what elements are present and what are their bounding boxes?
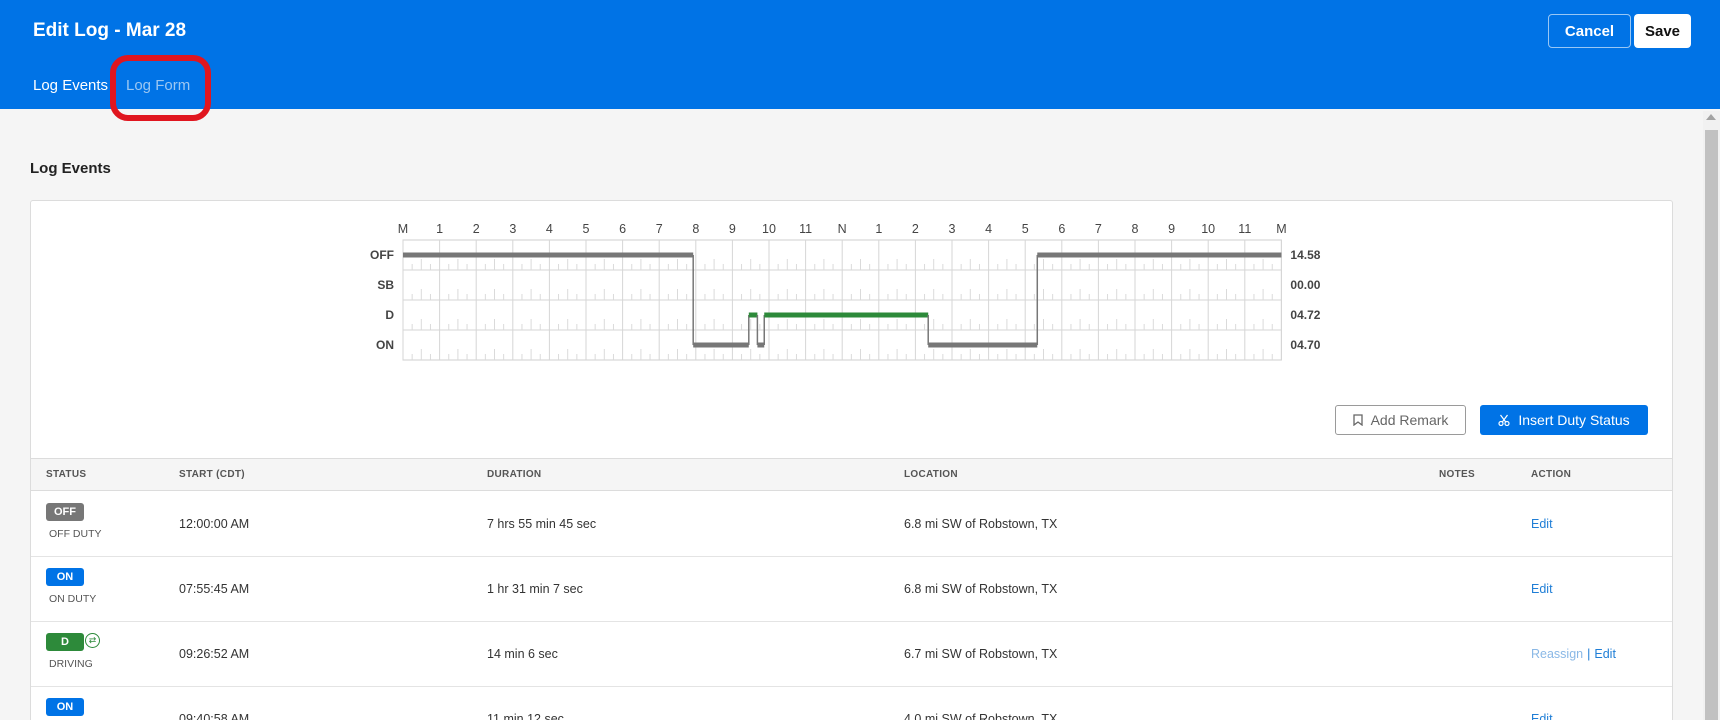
table-row: ON 09:40:58 AM 11 min 12 sec 4.0 mi SW o… xyxy=(31,687,1672,720)
graph-row-label: D xyxy=(385,308,394,322)
section-title: Log Events xyxy=(30,160,111,177)
scroll-up-arrow-icon[interactable] xyxy=(1706,114,1716,120)
location: 4.0 mi SW of Robstown, TX xyxy=(904,712,1058,720)
column-header-start[interactable]: START (CDT) xyxy=(179,469,245,480)
column-header-location[interactable]: LOCATION xyxy=(904,469,958,480)
status-label: DRIVING xyxy=(49,658,93,670)
graph-hour-label: 2 xyxy=(912,222,919,236)
graph-hour-label: 11 xyxy=(1238,222,1251,236)
table-row: ON ON DUTY 07:55:45 AM 1 hr 31 min 7 sec… xyxy=(31,557,1672,622)
status-badge: ON xyxy=(46,568,84,586)
bookmark-icon xyxy=(1352,413,1363,429)
edit-link[interactable]: Edit xyxy=(1594,647,1616,661)
graph-hour-label: M xyxy=(1276,222,1286,236)
add-remark-label: Add Remark xyxy=(1370,411,1449,428)
graph-hour-label: 8 xyxy=(1132,222,1139,236)
graph-row-total: 04.70 xyxy=(1290,338,1320,352)
start-time: 07:55:45 AM xyxy=(179,582,250,596)
graph-hour-label: 5 xyxy=(1022,222,1029,236)
graph-hour-label: 6 xyxy=(1058,222,1065,236)
graph-hour-label: 8 xyxy=(692,222,699,236)
column-header-duration[interactable]: DURATION xyxy=(487,469,541,480)
duration: 11 min 12 sec xyxy=(487,712,564,720)
graph-hour-label: 11 xyxy=(799,222,812,236)
graph-hour-label: 5 xyxy=(583,222,590,236)
graph-row-total: 00.00 xyxy=(1290,278,1320,292)
status-badge: ON xyxy=(46,698,84,716)
save-button[interactable]: Save xyxy=(1634,14,1691,48)
start-time: 09:26:52 AM xyxy=(179,647,250,661)
start-time: 12:00:00 AM xyxy=(179,517,250,531)
graph-hour-label: 4 xyxy=(985,222,992,236)
highlight-annotation xyxy=(110,55,211,121)
graph-row-total: 04.72 xyxy=(1290,308,1320,322)
reassign-swap-icon: ⇄ xyxy=(85,633,100,648)
page-title: Edit Log - Mar 28 xyxy=(33,20,187,41)
graph-row-label: ON xyxy=(376,338,394,352)
scissors-icon xyxy=(1498,413,1510,429)
graph-hour-label: 10 xyxy=(1201,222,1215,236)
table-row: OFF OFF DUTY 12:00:00 AM 7 hrs 55 min 45… xyxy=(31,492,1672,557)
graph-hour-label: 3 xyxy=(949,222,956,236)
graph-row-label: SB xyxy=(377,278,394,292)
column-header-notes: NOTES xyxy=(1439,469,1475,480)
duty-status-graph: M 1 2 3 4 5 6 7 8 9 10 11 N 1 2 3 4 5 6 7 8 9 10 11 M OFF SB D ON 14.… xyxy=(370,222,1321,361)
graph-hour-label: 4 xyxy=(546,222,553,236)
header-bar xyxy=(0,0,1720,109)
graph-hour-label: M xyxy=(398,222,408,236)
add-remark-button[interactable]: Add Remark xyxy=(1335,405,1466,435)
row-actions: Reassign | Edit xyxy=(1531,647,1616,661)
graph-hour-label: 9 xyxy=(1168,222,1175,236)
graph-hour-label: 1 xyxy=(436,222,443,236)
duration: 14 min 6 sec xyxy=(487,647,558,661)
duration: 1 hr 31 min 7 sec xyxy=(487,582,583,596)
reassign-link[interactable]: Reassign xyxy=(1531,647,1583,661)
graph-hour-label: 3 xyxy=(509,222,516,236)
graph-hour-label: 9 xyxy=(729,222,736,236)
status-label: ON DUTY xyxy=(49,593,97,605)
log-events-card: M 1 2 3 4 5 6 7 8 9 10 11 N 1 2 3 4 5 6 7 8 9 10 11 M OFF SB D ON 14.… xyxy=(30,200,1673,720)
location: 6.8 mi SW of Robstown, TX xyxy=(904,517,1058,531)
graph-hour-label: N xyxy=(838,222,847,236)
graph-hour-label: 6 xyxy=(619,222,626,236)
edit-link[interactable]: Edit xyxy=(1531,582,1553,596)
graph-row-label: OFF xyxy=(370,248,394,262)
graph-hour-label: 7 xyxy=(656,222,663,236)
insert-duty-status-label: Insert Duty Status xyxy=(1518,411,1630,428)
graph-hour-label: 10 xyxy=(762,222,776,236)
graph-hour-label: 2 xyxy=(473,222,480,236)
scrollbar-thumb[interactable] xyxy=(1705,130,1718,720)
tab-log-events[interactable]: Log Events xyxy=(33,77,108,94)
graph-hour-label: 1 xyxy=(875,222,882,236)
graph-row-total: 14.58 xyxy=(1290,248,1320,262)
column-header-action: ACTION xyxy=(1531,469,1572,480)
action-separator: | xyxy=(1587,647,1591,661)
duration: 7 hrs 55 min 45 sec xyxy=(487,517,597,531)
status-badge: D xyxy=(46,633,84,651)
location: 6.7 mi SW of Robstown, TX xyxy=(904,647,1058,661)
edit-link[interactable]: Edit xyxy=(1531,712,1553,720)
table-header: STATUS START (CDT) DURATION LOCATION NOT… xyxy=(31,458,1672,491)
location: 6.8 mi SW of Robstown, TX xyxy=(904,582,1058,596)
graph-hour-label: 7 xyxy=(1095,222,1102,236)
insert-duty-status-button[interactable]: Insert Duty Status xyxy=(1480,405,1648,435)
edit-link[interactable]: Edit xyxy=(1531,517,1553,531)
status-label: OFF DUTY xyxy=(49,528,102,540)
cancel-button[interactable]: Cancel xyxy=(1548,14,1631,48)
status-badge: OFF xyxy=(46,503,84,521)
column-header-status[interactable]: STATUS xyxy=(46,469,86,480)
table-row: D ⇄ DRIVING 09:26:52 AM 14 min 6 sec 6.7… xyxy=(31,622,1672,687)
start-time: 09:40:58 AM xyxy=(179,712,250,720)
